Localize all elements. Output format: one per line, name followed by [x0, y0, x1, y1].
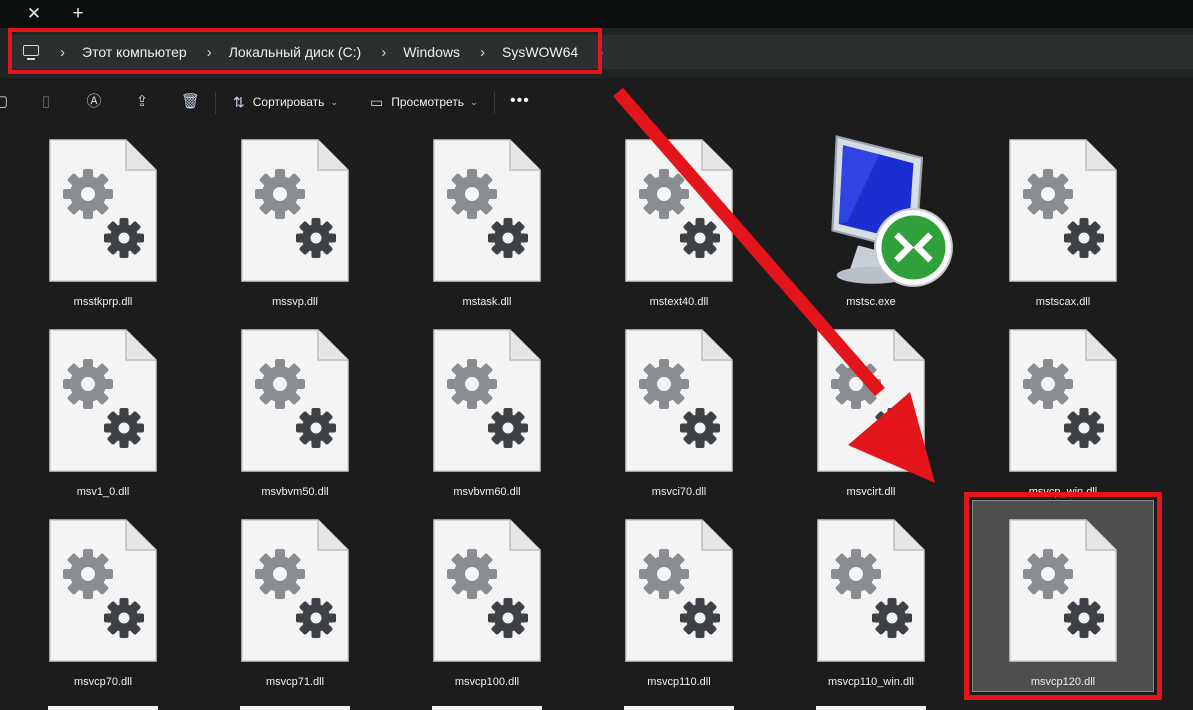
red-arrow-annotation: [613, 87, 935, 483]
